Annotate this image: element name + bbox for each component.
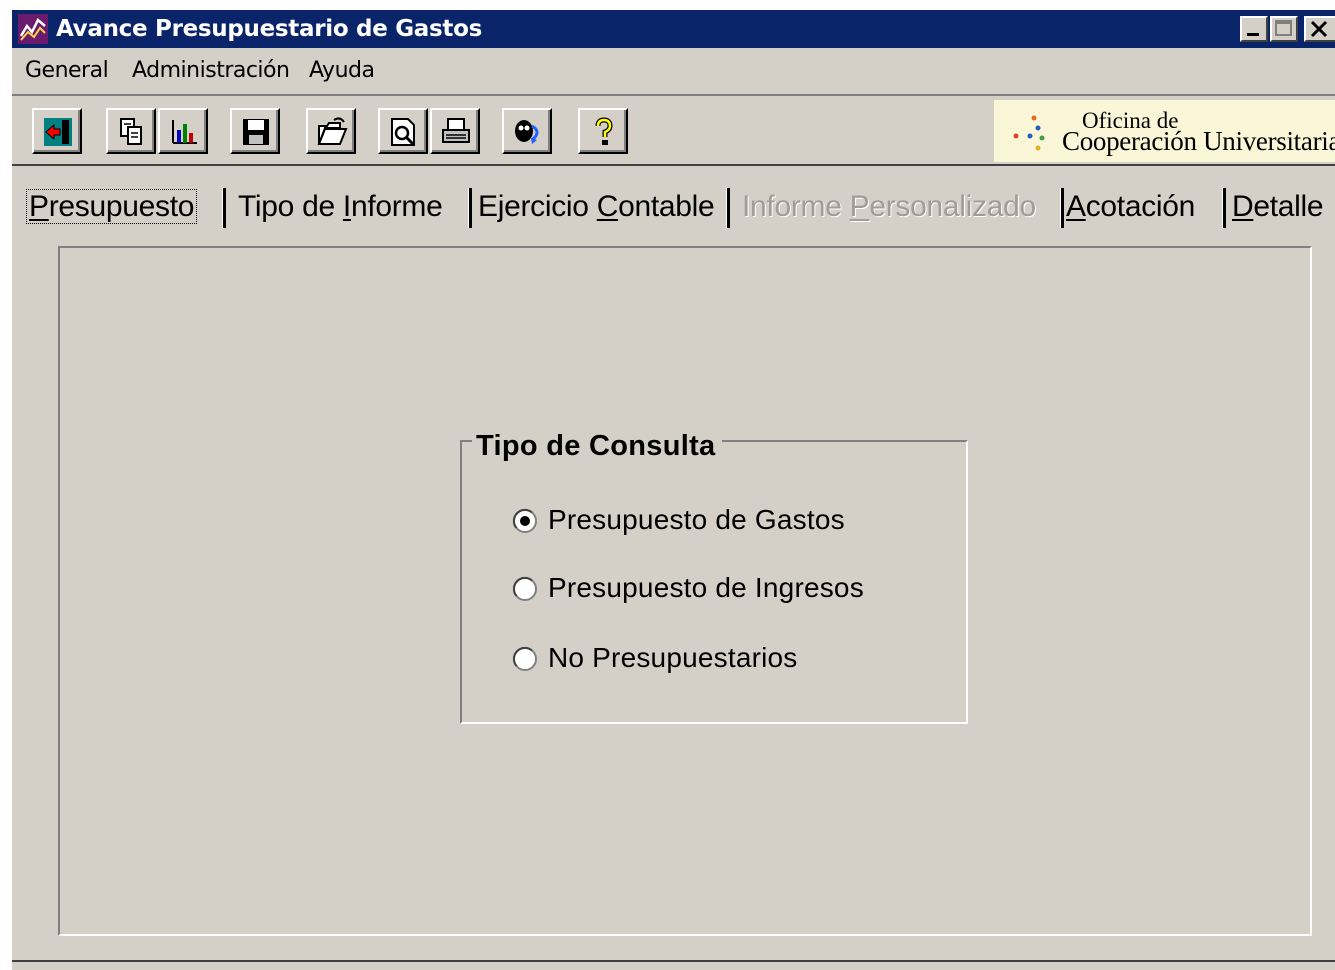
tab-separator xyxy=(1060,188,1064,228)
tab-tipo-de-informe[interactable]: Tipo de Informe xyxy=(238,184,472,230)
print-preview-icon xyxy=(391,118,415,146)
close-icon xyxy=(1310,20,1328,38)
window-title: Avance Presupuestario de Gastos xyxy=(56,16,482,42)
tab-strip: Presupuesto Tipo de Informe Ejercicio Co… xyxy=(26,184,1335,232)
app-chart-icon xyxy=(18,14,48,44)
tab-label: Tipo de Informe xyxy=(238,190,443,223)
tab-label: Acotación xyxy=(1066,190,1196,223)
open-folder-icon xyxy=(317,117,348,145)
print-icon xyxy=(442,118,470,143)
minimize-button[interactable] xyxy=(1240,16,1268,42)
help-icon xyxy=(595,117,613,145)
tab-label: Presupuesto xyxy=(26,189,198,224)
tab-separator xyxy=(1222,188,1226,228)
save-button[interactable] xyxy=(230,108,280,154)
chart-button[interactable] xyxy=(158,108,208,154)
menu-ayuda[interactable]: Ayuda xyxy=(309,58,375,83)
radio-label: Presupuesto de Ingresos xyxy=(548,572,864,603)
minimize-icon xyxy=(1247,33,1259,36)
exit-button[interactable] xyxy=(32,108,82,154)
tab-ejercicio-contable[interactable]: Ejercicio Contable xyxy=(478,184,730,230)
maximize-icon xyxy=(1275,20,1292,36)
organization-logo: Oficina de Cooperación Universitaria xyxy=(994,100,1335,162)
radio-label: No Presupuestarios xyxy=(548,642,798,673)
copy-button[interactable] xyxy=(106,108,156,154)
tab-acotacion[interactable]: Acotación xyxy=(1066,184,1226,230)
maximize-button[interactable] xyxy=(1270,16,1298,42)
query-icon xyxy=(515,120,539,144)
query-button[interactable] xyxy=(502,108,552,154)
tab-informe-personalizado[interactable]: Informe Personalizado xyxy=(742,184,1064,230)
tab-label: Informe Personalizado xyxy=(742,190,1036,223)
tab-separator xyxy=(726,188,730,228)
tab-detalle[interactable]: Detalle xyxy=(1232,184,1335,230)
group-title: Tipo de Consulta xyxy=(472,430,722,463)
radio-unselected-icon xyxy=(512,576,537,601)
toolbar: Oficina de Cooperación Universitaria xyxy=(12,94,1335,166)
copy-icon xyxy=(120,118,142,145)
title-bar[interactable]: Avance Presupuestario de Gastos xyxy=(12,10,1335,48)
tab-presupuesto[interactable]: Presupuesto xyxy=(26,184,226,230)
chart-icon xyxy=(172,120,197,144)
tab-separator xyxy=(468,188,472,228)
tab-label: Ejercicio Contable xyxy=(478,190,715,223)
help-button[interactable] xyxy=(578,108,628,154)
print-preview-button[interactable] xyxy=(378,108,428,154)
close-button[interactable] xyxy=(1304,16,1335,42)
menu-general[interactable]: General xyxy=(25,58,109,83)
logo-dots-icon xyxy=(1013,115,1045,151)
radio-label: Presupuesto de Gastos xyxy=(548,504,845,535)
save-icon xyxy=(243,119,269,145)
menu-administracion[interactable]: Administración xyxy=(132,58,290,83)
radio-unselected-icon xyxy=(512,646,537,671)
print-button[interactable] xyxy=(430,108,480,154)
menu-bar: General Administración Ayuda xyxy=(12,50,1335,90)
radio-selected-icon xyxy=(512,508,537,533)
tab-label: Detalle xyxy=(1232,190,1324,223)
exit-icon xyxy=(44,118,72,146)
tipo-de-consulta-group: Tipo de Consulta Presupuesto de Gastos P… xyxy=(460,430,968,724)
main-window: Avance Presupuestario de Gastos General … xyxy=(10,8,1335,970)
window-bottom-border xyxy=(12,960,1335,962)
tab-separator xyxy=(222,188,226,228)
open-button[interactable] xyxy=(306,108,356,154)
logo-line-2: Cooperación Universitaria xyxy=(1062,126,1335,156)
